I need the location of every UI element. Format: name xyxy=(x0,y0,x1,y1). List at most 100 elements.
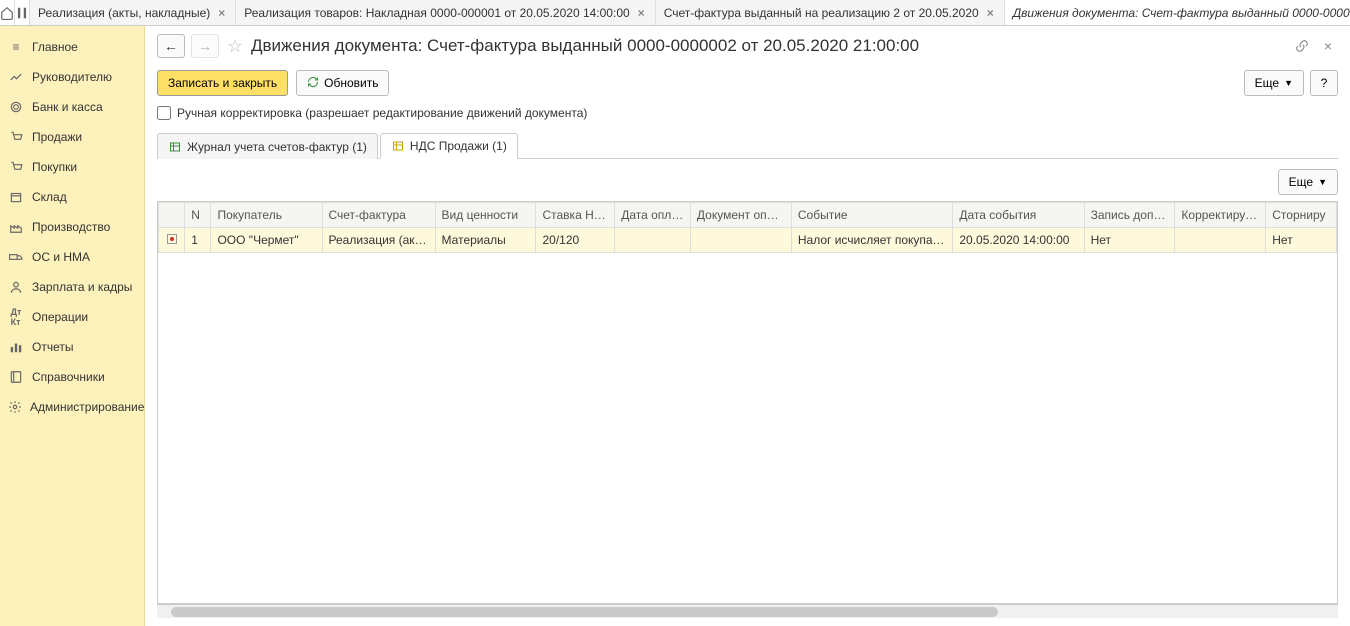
sidebar-item-sales[interactable]: Продажи xyxy=(0,122,144,152)
table-icon xyxy=(391,139,405,153)
table-cell xyxy=(615,228,691,253)
factory-icon xyxy=(8,219,24,235)
tab-invoice-journal[interactable]: Журнал учета счетов-фактур (1) xyxy=(157,133,378,159)
pin-icon[interactable] xyxy=(15,0,30,25)
table-header[interactable]: N xyxy=(185,203,211,228)
button-label: Записать и закрыть xyxy=(168,76,277,90)
table-header[interactable]: Вид ценности xyxy=(435,203,536,228)
tab-label: НДС Продажи (1) xyxy=(410,139,507,153)
sidebar-item-references[interactable]: Справочники xyxy=(0,362,144,392)
table-header[interactable] xyxy=(159,203,185,228)
close-icon[interactable]: × xyxy=(1318,36,1338,56)
sidebar-item-label: Склад xyxy=(32,190,67,204)
sidebar-item-salary[interactable]: Зарплата и кадры xyxy=(0,272,144,302)
table-header[interactable]: Счет-фактура xyxy=(322,203,435,228)
menu-icon: ≡ xyxy=(8,39,24,55)
row-marker-icon xyxy=(167,234,177,244)
ops-icon: ДтКт xyxy=(8,309,24,325)
table-row[interactable]: 1 ООО "Чермет" Реализация (акт, ... Мате… xyxy=(159,228,1337,253)
table-icon xyxy=(168,140,182,154)
sidebar-item-warehouse[interactable]: Склад xyxy=(0,182,144,212)
sidebar-item-label: Зарплата и кадры xyxy=(32,280,132,294)
sidebar-item-manager[interactable]: Руководителю xyxy=(0,62,144,92)
gear-icon xyxy=(8,399,22,415)
top-tab-label: Реализация (акты, накладные) xyxy=(38,6,210,20)
coin-icon xyxy=(8,99,24,115)
button-label: ? xyxy=(1321,76,1328,90)
person-icon xyxy=(8,279,24,295)
close-icon[interactable]: × xyxy=(985,6,996,20)
more-button[interactable]: Еще ▼ xyxy=(1244,70,1304,96)
sidebar-item-label: Главное xyxy=(32,40,78,54)
book-icon xyxy=(8,369,24,385)
close-icon[interactable]: × xyxy=(216,6,227,20)
table-cell: Нет xyxy=(1084,228,1175,253)
table-header[interactable]: Корректируе... xyxy=(1175,203,1266,228)
sidebar-item-label: Банк и касса xyxy=(32,100,103,114)
horizontal-scrollbar[interactable] xyxy=(157,604,1338,618)
table-cell: ООО "Чермет" xyxy=(211,228,322,253)
page-title: Движения документа: Счет-фактура выданны… xyxy=(251,36,919,56)
close-icon[interactable]: × xyxy=(636,6,647,20)
table-header[interactable]: Дата опла... xyxy=(615,203,691,228)
inner-tabs: Журнал учета счетов-фактур (1) НДС Прода… xyxy=(157,132,1338,159)
table-header[interactable]: Сторниру xyxy=(1266,203,1337,228)
table-header[interactable]: Событие xyxy=(791,203,953,228)
table-header[interactable]: Покупатель xyxy=(211,203,322,228)
save-close-button[interactable]: Записать и закрыть xyxy=(157,70,288,96)
main-content: ← → ☆ Движения документа: Счет-фактура в… xyxy=(145,26,1350,626)
table-header-row: N Покупатель Счет-фактура Вид ценности С… xyxy=(159,203,1337,228)
table-cell: 1 xyxy=(185,228,211,253)
sidebar-item-purchases[interactable]: Покупки xyxy=(0,152,144,182)
manual-correction-checkbox[interactable] xyxy=(157,106,171,120)
link-icon[interactable] xyxy=(1292,36,1312,56)
sidebar-item-label: Покупки xyxy=(32,160,77,174)
sidebar-item-label: Отчеты xyxy=(32,340,73,354)
sidebar-item-reports[interactable]: Отчеты xyxy=(0,332,144,362)
sidebar-item-assets[interactable]: ОС и НМА xyxy=(0,242,144,272)
chart-icon xyxy=(8,69,24,85)
top-tab-label: Реализация товаров: Накладная 0000-00000… xyxy=(244,6,629,20)
sidebar: ≡ Главное Руководителю Банк и касса Прод… xyxy=(0,26,145,626)
table-header[interactable]: Дата события xyxy=(953,203,1084,228)
sidebar-item-bank[interactable]: Банк и касса xyxy=(0,92,144,122)
nav-back-button[interactable]: ← xyxy=(157,34,185,58)
home-icon[interactable] xyxy=(0,0,15,25)
refresh-icon xyxy=(307,76,319,91)
table-cell: 20/120 xyxy=(536,228,615,253)
table-cell: Нет xyxy=(1266,228,1337,253)
nav-forward-button[interactable]: → xyxy=(191,34,219,58)
tab-vat-sales[interactable]: НДС Продажи (1) xyxy=(380,133,518,159)
table-cell: Реализация (акт, ... xyxy=(322,228,435,253)
sidebar-item-main[interactable]: ≡ Главное xyxy=(0,32,144,62)
more-button-table[interactable]: Еще ▼ xyxy=(1278,169,1338,195)
tab-label: Журнал учета счетов-фактур (1) xyxy=(187,140,367,154)
star-icon[interactable]: ☆ xyxy=(225,36,245,56)
top-tab-0[interactable]: Реализация (акты, накладные) × xyxy=(30,0,236,25)
table-header[interactable]: Запись допо... xyxy=(1084,203,1175,228)
checkbox-label: Ручная корректировка (разрешает редактир… xyxy=(177,106,587,120)
help-button[interactable]: ? xyxy=(1310,70,1338,96)
top-tab-3[interactable]: Движения документа: Счет-фактура выданны… xyxy=(1005,0,1350,25)
scrollbar-thumb[interactable] xyxy=(171,607,998,617)
table-header[interactable]: Документ оплаты xyxy=(690,203,791,228)
truck-icon xyxy=(8,249,24,265)
bars-icon xyxy=(8,339,24,355)
top-tab-1[interactable]: Реализация товаров: Накладная 0000-00000… xyxy=(236,0,655,25)
table-cell: Налог исчисляет покупатель xyxy=(791,228,953,253)
chevron-down-icon: ▼ xyxy=(1284,78,1293,88)
top-tab-label: Движения документа: Счет-фактура выданны… xyxy=(1013,6,1350,20)
table-header[interactable]: Ставка НДС xyxy=(536,203,615,228)
sidebar-item-label: Производство xyxy=(32,220,110,234)
sidebar-item-operations[interactable]: ДтКт Операции xyxy=(0,302,144,332)
cart-icon xyxy=(8,159,24,175)
refresh-button[interactable]: Обновить xyxy=(296,70,389,96)
top-tab-2[interactable]: Счет-фактура выданный на реализацию 2 от… xyxy=(656,0,1005,25)
sidebar-item-label: Продажи xyxy=(32,130,82,144)
sidebar-item-label: Операции xyxy=(32,310,88,324)
button-label: Обновить xyxy=(324,76,378,90)
data-table: N Покупатель Счет-фактура Вид ценности С… xyxy=(157,201,1338,604)
button-label: Еще xyxy=(1289,175,1313,189)
sidebar-item-production[interactable]: Производство xyxy=(0,212,144,242)
sidebar-item-admin[interactable]: Администрирование xyxy=(0,392,144,422)
